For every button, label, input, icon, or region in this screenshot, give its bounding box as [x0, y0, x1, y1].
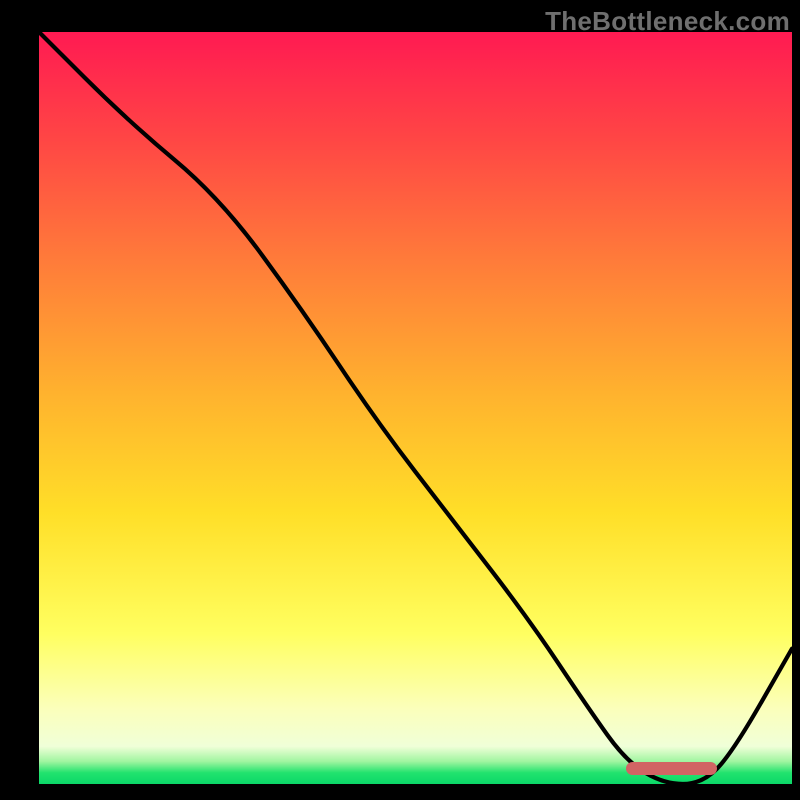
watermark-text: TheBottleneck.com — [545, 6, 790, 37]
chart-frame: TheBottleneck.com — [0, 0, 800, 800]
plot-area — [39, 32, 792, 784]
bottleneck-curve — [39, 32, 792, 784]
optimum-marker — [626, 762, 716, 775]
curve-path — [39, 32, 792, 784]
